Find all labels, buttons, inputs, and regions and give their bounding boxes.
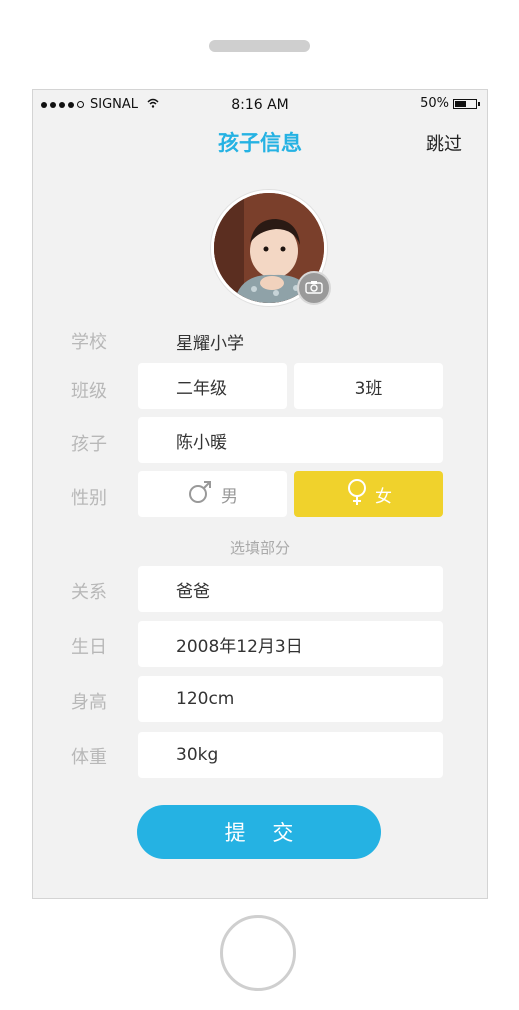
gender-female-option[interactable]: 女 bbox=[294, 471, 443, 517]
female-label: 女 bbox=[375, 486, 392, 507]
battery-status: 50% bbox=[420, 96, 480, 111]
height-input[interactable]: 120cm bbox=[138, 676, 443, 722]
grade-value: 二年级 bbox=[176, 378, 227, 399]
relation-input[interactable]: 爸爸 bbox=[138, 566, 443, 612]
weight-input[interactable]: 30kg bbox=[138, 732, 443, 778]
male-label: 男 bbox=[221, 486, 238, 507]
female-icon bbox=[345, 478, 369, 511]
height-value: 120cm bbox=[176, 689, 235, 709]
male-icon bbox=[187, 479, 213, 510]
child-name-input[interactable]: 陈小暖 bbox=[138, 417, 443, 463]
change-photo-button[interactable] bbox=[297, 271, 331, 305]
optional-section-note: 选填部分 bbox=[229, 539, 290, 557]
gender-male-option[interactable]: 男 bbox=[138, 471, 287, 517]
birthday-value: 2008年12月3日 bbox=[176, 636, 303, 657]
relation-value: 爸爸 bbox=[176, 581, 210, 602]
class-value: 3班 bbox=[354, 378, 383, 399]
class-select[interactable]: 3班 bbox=[294, 363, 443, 409]
school-value: 星耀小学 bbox=[176, 334, 244, 354]
birthday-input[interactable]: 2008年12月3日 bbox=[138, 621, 443, 667]
phone-screen: SIGNAL 8:16 AM 50% 孩子信息 跳过 学校 星耀小学 班级 二年… bbox=[32, 89, 488, 899]
height-label: 身高 bbox=[71, 692, 107, 713]
gender-label: 性别 bbox=[71, 488, 107, 509]
status-bar: SIGNAL 8:16 AM 50% bbox=[33, 90, 487, 120]
home-button[interactable] bbox=[220, 915, 296, 991]
school-label: 学校 bbox=[71, 332, 107, 353]
status-time: 8:16 AM bbox=[231, 97, 289, 113]
relation-label: 关系 bbox=[71, 582, 107, 603]
class-label: 班级 bbox=[71, 381, 107, 402]
page-title: 孩子信息 bbox=[218, 131, 302, 155]
birthday-label: 生日 bbox=[71, 637, 107, 658]
skip-button[interactable]: 跳过 bbox=[426, 130, 462, 156]
weight-value: 30kg bbox=[176, 745, 219, 765]
phone-speaker bbox=[209, 40, 310, 52]
battery-icon bbox=[453, 98, 480, 109]
grade-select[interactable]: 二年级 bbox=[138, 363, 287, 409]
camera-icon bbox=[305, 279, 323, 298]
weight-label: 体重 bbox=[71, 747, 107, 768]
battery-percent: 50% bbox=[420, 96, 449, 111]
child-name-value: 陈小暖 bbox=[176, 432, 227, 453]
child-label: 孩子 bbox=[71, 434, 107, 455]
submit-button[interactable]: 提 交 bbox=[137, 805, 381, 859]
